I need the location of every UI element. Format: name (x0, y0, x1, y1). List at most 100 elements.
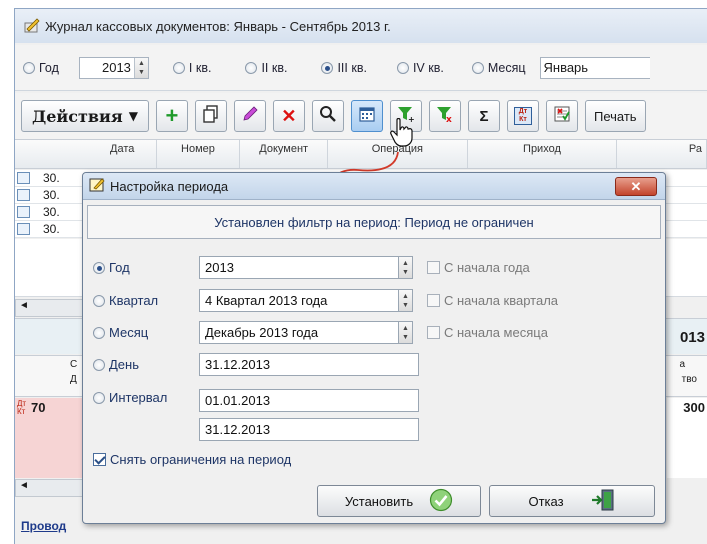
chk-from-year-start[interactable]: С начала года (427, 260, 530, 275)
chk-from-quarter-start-box[interactable] (427, 294, 440, 307)
dialog-title-icon (89, 177, 106, 195)
radio-period-quarter-dot[interactable] (93, 294, 105, 307)
chk-remove-limits-label: Снять ограничения на период (110, 452, 292, 467)
radio-period-month[interactable]: Месяц (93, 325, 199, 340)
day-row: День 31.12.2013 (93, 353, 419, 376)
dialog-title: Настройка периода (110, 178, 229, 194)
dialog-close-button[interactable]: ✕ (615, 177, 657, 196)
actions-menu-button[interactable]: Действия ▼ (21, 100, 149, 132)
radio-year-dot[interactable] (23, 61, 35, 74)
amount-cell: 300 (667, 398, 707, 478)
period-settings-button[interactable] (350, 100, 383, 132)
radio-period-year[interactable]: Год (93, 260, 199, 275)
year-spinner[interactable]: 2013 ▲ ▼ (78, 56, 149, 79)
grid-col-document[interactable]: Документ (240, 140, 329, 168)
radio-year-label: Год (39, 60, 59, 75)
window-titlebar: Журнал кассовых документов: Январь - Сен… (15, 9, 707, 43)
year-value: 2013 (101, 60, 131, 75)
filter-clear-button[interactable]: x (428, 100, 461, 132)
month-field-spinner[interactable]: Декабрь 2013 года ▲ ▼ (199, 321, 413, 344)
pencil-icon (241, 105, 259, 127)
quarter-field-spinner[interactable]: 4 Квартал 2013 года ▲ ▼ (199, 289, 413, 312)
grid-col-number[interactable]: Номер (157, 140, 241, 168)
filter-remove-icon: x (436, 105, 454, 127)
month-row: Месяц Декабрь 2013 года ▲ ▼ С начала меся… (93, 321, 548, 344)
quarter-field-spin-arrows[interactable]: ▲ ▼ (399, 289, 413, 312)
sum-button[interactable]: Σ (467, 100, 500, 132)
year-field-spin-arrows[interactable]: ▲ ▼ (399, 256, 413, 279)
debit-row-cell[interactable]: Дт Кт 70 (15, 398, 83, 478)
quarter-field[interactable]: 4 Квартал 2013 года (199, 289, 399, 312)
grid-col-income[interactable]: Приход (468, 140, 618, 168)
hscroll-left-bottom[interactable]: ◄ (15, 479, 85, 497)
radio-q4[interactable]: IV кв. (396, 61, 444, 75)
year-field[interactable]: 2013 (199, 256, 399, 279)
radio-period-day[interactable]: День (93, 357, 199, 372)
actions-label: Действия (32, 106, 123, 126)
set-button[interactable]: Установить (317, 485, 481, 517)
grid-col-date[interactable]: Дата (89, 140, 157, 168)
add-button[interactable]: + (155, 100, 188, 132)
radio-period-interval-dot[interactable] (93, 391, 105, 404)
interval-to-field[interactable]: 31.12.2013 (199, 418, 419, 441)
radio-q3-label: III кв. (337, 60, 367, 75)
cancel-button[interactable]: Отказ (489, 485, 655, 517)
checklist-button[interactable] (545, 100, 578, 132)
search-icon (319, 105, 337, 127)
chk-from-quarter-start[interactable]: С начала квартала (427, 293, 558, 308)
chk-remove-limits[interactable]: Снять ограничения на период (93, 452, 291, 467)
month-select[interactable]: Январь (539, 56, 650, 79)
account-cell: 70 (31, 400, 46, 415)
chk-from-month-start-box[interactable] (427, 326, 440, 339)
postings-tab[interactable]: Провод (21, 519, 66, 533)
chk-remove-limits-box[interactable] (93, 453, 106, 466)
cancel-button-label: Отказ (528, 493, 564, 509)
close-red-icon: ✕ (281, 105, 297, 126)
radio-q1[interactable]: I кв. (172, 61, 211, 75)
day-field[interactable]: 31.12.2013 (199, 353, 419, 376)
radio-month-label: Месяц (487, 60, 526, 75)
radio-q2[interactable]: II кв. (245, 61, 287, 75)
edit-button[interactable] (233, 100, 266, 132)
radio-q3[interactable]: III кв. (321, 60, 367, 75)
radio-q3-dot[interactable] (321, 61, 334, 74)
radio-month-dot[interactable] (471, 61, 484, 74)
window-title: Журнал кассовых документов: Январь - Сен… (45, 18, 391, 34)
radio-period-year-label: Год (109, 260, 130, 275)
chk-from-month-start[interactable]: С начала месяца (427, 325, 548, 340)
dtkt-icon: Дт Кт (513, 107, 532, 125)
radio-q1-dot[interactable] (172, 61, 185, 74)
row-date: 30. (43, 205, 60, 219)
copy-button[interactable] (194, 100, 227, 132)
dtkt-button[interactable]: Дт Кт (506, 100, 539, 132)
doc-icon (17, 189, 30, 201)
grid-col-expense[interactable]: Ра (617, 140, 707, 168)
search-button[interactable] (311, 100, 344, 132)
hand-cursor-icon (389, 117, 415, 151)
set-button-label: Установить (344, 493, 414, 509)
interval-from-field[interactable]: 01.01.2013 (199, 389, 419, 412)
doc-icon (17, 172, 30, 184)
period-settings-dialog: Настройка периода ✕ Установлен фильтр на… (82, 172, 666, 524)
month-field-spin-arrows[interactable]: ▲ ▼ (399, 321, 413, 344)
radio-q4-dot[interactable] (396, 61, 409, 74)
radio-year[interactable]: Год (23, 61, 59, 75)
radio-period-day-dot[interactable] (93, 358, 105, 371)
copy-icon (203, 105, 219, 127)
radio-period-year-dot[interactable] (93, 261, 105, 274)
year-field-spinner[interactable]: 2013 ▲ ▼ (199, 256, 413, 279)
radio-period-quarter[interactable]: Квартал (93, 293, 199, 308)
hscroll-left[interactable]: ◄ (15, 299, 85, 317)
month-field[interactable]: Декабрь 2013 года (199, 321, 399, 344)
chk-from-year-start-box[interactable] (427, 261, 440, 274)
dtkt-small-icon: Дт Кт (17, 399, 27, 416)
radio-period-interval[interactable]: Интервал (93, 390, 199, 405)
radio-period-month-dot[interactable] (93, 326, 105, 339)
radio-month[interactable]: Месяц (471, 60, 526, 75)
bottom-col1-label: С (70, 359, 78, 370)
radio-q2-dot[interactable] (245, 61, 258, 74)
year-spin-arrows[interactable]: ▲ ▼ (133, 57, 148, 78)
print-button[interactable]: Печать (584, 100, 646, 132)
filter-status-bar: Установлен фильтр на период: Период не о… (87, 205, 661, 239)
delete-button[interactable]: ✕ (272, 100, 305, 132)
